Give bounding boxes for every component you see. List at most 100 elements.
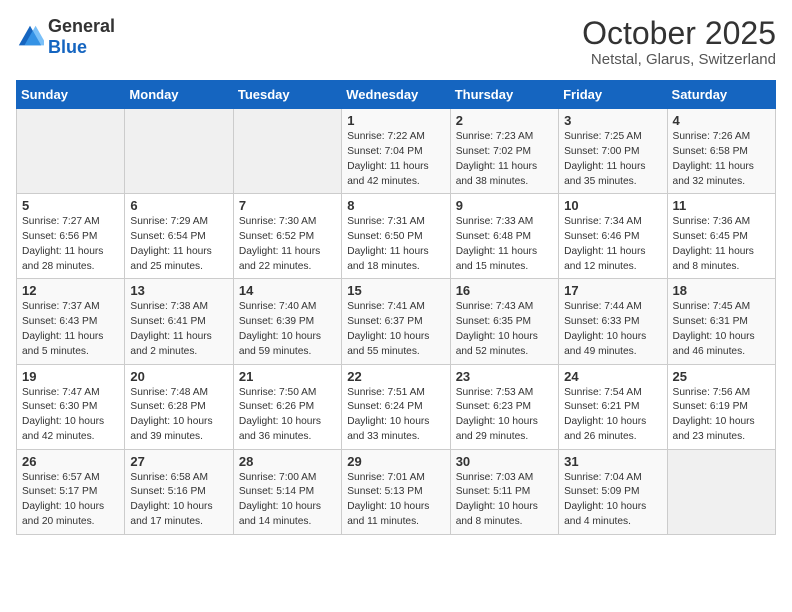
cell-line: Sunset: 6:37 PM bbox=[347, 316, 422, 327]
cell-line: Sunrise: 7:31 AM bbox=[347, 216, 425, 227]
location: Netstal, Glarus, Switzerland bbox=[582, 51, 776, 68]
calendar-cell: 30Sunrise: 7:03 AMSunset: 5:11 PMDayligh… bbox=[450, 449, 558, 534]
cell-line: Sunrise: 7:36 AM bbox=[673, 216, 751, 227]
cell-line: and 11 minutes. bbox=[347, 516, 419, 527]
cell-line: Daylight: 11 hours bbox=[456, 246, 537, 257]
day-number: 17 bbox=[564, 283, 661, 298]
cell-line: Sunset: 6:30 PM bbox=[22, 401, 97, 412]
day-number: 30 bbox=[456, 454, 553, 469]
cell-line: Sunrise: 7:33 AM bbox=[456, 216, 534, 227]
calendar-cell: 18Sunrise: 7:45 AMSunset: 6:31 PMDayligh… bbox=[667, 279, 775, 364]
cell-line: Sunset: 6:48 PM bbox=[456, 231, 531, 242]
cell-line: Sunrise: 7:41 AM bbox=[347, 301, 425, 312]
cell-line: Sunrise: 7:23 AM bbox=[456, 131, 534, 142]
cell-line: Sunrise: 7:29 AM bbox=[130, 216, 208, 227]
calendar-cell: 27Sunrise: 6:58 AMSunset: 5:16 PMDayligh… bbox=[125, 449, 233, 534]
cell-line: and 29 minutes. bbox=[456, 431, 529, 442]
calendar-header-wednesday: Wednesday bbox=[342, 81, 450, 109]
cell-line: Sunset: 6:45 PM bbox=[673, 231, 748, 242]
calendar-cell: 22Sunrise: 7:51 AMSunset: 6:24 PMDayligh… bbox=[342, 364, 450, 449]
cell-line: Sunset: 7:00 PM bbox=[564, 146, 639, 157]
cell-line: Sunset: 6:56 PM bbox=[22, 231, 97, 242]
cell-line: Sunset: 6:43 PM bbox=[22, 316, 97, 327]
calendar-cell: 7Sunrise: 7:30 AMSunset: 6:52 PMDaylight… bbox=[233, 194, 341, 279]
cell-line: Sunrise: 7:48 AM bbox=[130, 387, 208, 398]
cell-content: Sunrise: 7:56 AMSunset: 6:19 PMDaylight:… bbox=[673, 386, 770, 445]
cell-content: Sunrise: 6:57 AMSunset: 5:17 PMDaylight:… bbox=[22, 471, 119, 530]
cell-line: Daylight: 11 hours bbox=[564, 161, 645, 172]
cell-line: Daylight: 11 hours bbox=[673, 161, 754, 172]
calendar-cell: 14Sunrise: 7:40 AMSunset: 6:39 PMDayligh… bbox=[233, 279, 341, 364]
cell-content: Sunrise: 7:50 AMSunset: 6:26 PMDaylight:… bbox=[239, 386, 336, 445]
cell-line: and 52 minutes. bbox=[456, 346, 529, 357]
cell-line: Sunset: 6:41 PM bbox=[130, 316, 205, 327]
cell-line: Sunrise: 7:56 AM bbox=[673, 387, 751, 398]
cell-line: Sunset: 6:46 PM bbox=[564, 231, 639, 242]
cell-line: Daylight: 10 hours bbox=[239, 331, 321, 342]
calendar-cell: 13Sunrise: 7:38 AMSunset: 6:41 PMDayligh… bbox=[125, 279, 233, 364]
cell-content: Sunrise: 7:27 AMSunset: 6:56 PMDaylight:… bbox=[22, 215, 119, 274]
cell-line: Sunrise: 7:00 AM bbox=[239, 472, 317, 483]
cell-content: Sunrise: 7:22 AMSunset: 7:04 PMDaylight:… bbox=[347, 130, 444, 189]
day-number: 21 bbox=[239, 369, 336, 384]
cell-content: Sunrise: 7:01 AMSunset: 5:13 PMDaylight:… bbox=[347, 471, 444, 530]
cell-line: Sunset: 5:17 PM bbox=[22, 486, 97, 497]
day-number: 8 bbox=[347, 198, 444, 213]
cell-line: Daylight: 11 hours bbox=[239, 246, 320, 257]
cell-line: and 22 minutes. bbox=[239, 261, 312, 272]
cell-content: Sunrise: 7:29 AMSunset: 6:54 PMDaylight:… bbox=[130, 215, 227, 274]
cell-content: Sunrise: 7:26 AM Sunset: 6:58 PM Daylight:… bbox=[673, 130, 770, 189]
cell-line: and 23 minutes. bbox=[673, 431, 746, 442]
cell-line: and 59 minutes. bbox=[239, 346, 312, 357]
cell-line: and 46 minutes. bbox=[673, 346, 746, 357]
cell-line: Sunset: 6:50 PM bbox=[347, 231, 422, 242]
cell-line: Daylight: 10 hours bbox=[347, 331, 429, 342]
title-block: October 2025 Netstal, Glarus, Switzerlan… bbox=[582, 16, 776, 68]
calendar-cell: 19Sunrise: 7:47 AMSunset: 6:30 PMDayligh… bbox=[17, 364, 125, 449]
cell-line: Sunset: 7:04 PM bbox=[347, 146, 422, 157]
day-number: 18 bbox=[673, 283, 770, 298]
day-number: 31 bbox=[564, 454, 661, 469]
day-number: 9 bbox=[456, 198, 553, 213]
cell-line: and 35 minutes. bbox=[564, 176, 637, 187]
day-number: 26 bbox=[22, 454, 119, 469]
cell-line: Daylight: 11 hours bbox=[22, 246, 103, 257]
logo-general-text: General bbox=[48, 16, 115, 36]
calendar-header-thursday: Thursday bbox=[450, 81, 558, 109]
day-number: 14 bbox=[239, 283, 336, 298]
day-number: 19 bbox=[22, 369, 119, 384]
calendar-week-4: 19Sunrise: 7:47 AMSunset: 6:30 PMDayligh… bbox=[17, 364, 776, 449]
cell-line: and 36 minutes. bbox=[239, 431, 312, 442]
cell-line: Sunset: 6:35 PM bbox=[456, 316, 531, 327]
calendar-cell: 3Sunrise: 7:25 AMSunset: 7:00 PMDaylight… bbox=[559, 109, 667, 194]
calendar-cell: 17Sunrise: 7:44 AMSunset: 6:33 PMDayligh… bbox=[559, 279, 667, 364]
cell-line: and 8 minutes. bbox=[673, 261, 740, 272]
day-number: 22 bbox=[347, 369, 444, 384]
calendar-cell: 16Sunrise: 7:43 AMSunset: 6:35 PMDayligh… bbox=[450, 279, 558, 364]
cell-line: Sunrise: 7:26 AM bbox=[673, 131, 751, 142]
cell-line: Sunset: 5:14 PM bbox=[239, 486, 314, 497]
calendar-cell: 9 Sunrise: 7:33 AM Sunset: 6:48 PM Daylight… bbox=[450, 194, 558, 279]
day-number: 13 bbox=[130, 283, 227, 298]
logo-blue-text: Blue bbox=[48, 37, 87, 57]
cell-line: Sunrise: 7:50 AM bbox=[239, 387, 317, 398]
day-number: 2 bbox=[456, 113, 553, 128]
cell-line: Daylight: 10 hours bbox=[673, 416, 755, 427]
cell-line: Sunrise: 7:37 AM bbox=[22, 301, 100, 312]
calendar-cell: 15Sunrise: 7:41 AMSunset: 6:37 PMDayligh… bbox=[342, 279, 450, 364]
cell-content: Sunrise: 7:37 AMSunset: 6:43 PMDaylight:… bbox=[22, 300, 119, 359]
cell-line: and 2 minutes. bbox=[130, 346, 197, 357]
cell-line: Sunrise: 7:03 AM bbox=[456, 472, 534, 483]
calendar-header-tuesday: Tuesday bbox=[233, 81, 341, 109]
cell-line: Daylight: 10 hours bbox=[564, 416, 646, 427]
calendar-week-5: 26 Sunrise: 6:57 AMSunset: 5:17 PMDayligh… bbox=[17, 449, 776, 534]
cell-line: Daylight: 10 hours bbox=[673, 331, 755, 342]
cell-content: Sunrise: 7:04 AMSunset: 5:09 PMDaylight:… bbox=[564, 471, 661, 530]
cell-line: Sunset: 6:58 PM bbox=[673, 146, 748, 157]
day-number: 6 bbox=[130, 198, 227, 213]
cell-line: Daylight: 11 hours bbox=[456, 161, 537, 172]
cell-line: Sunrise: 7:38 AM bbox=[130, 301, 208, 312]
day-number: 28 bbox=[239, 454, 336, 469]
calendar-cell bbox=[233, 109, 341, 194]
cell-line: Daylight: 11 hours bbox=[673, 246, 754, 257]
